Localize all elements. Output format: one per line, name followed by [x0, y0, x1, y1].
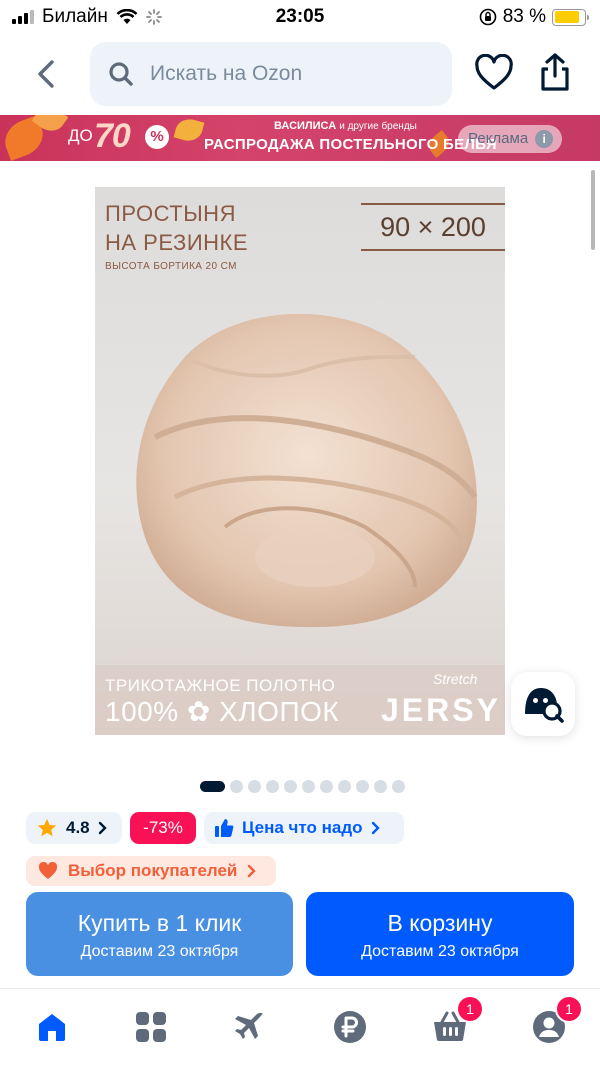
banner-percent-sign: % [145, 125, 169, 149]
gallery-dot[interactable] [284, 780, 297, 793]
banner-prefix: ДО [68, 126, 93, 145]
chevron-right-icon [98, 821, 107, 835]
image-title: ПРОСТЫНЯ НА РЕЗИНКЕ [105, 201, 249, 255]
share-button[interactable] [536, 52, 574, 97]
top-header: Искать на Ozon [0, 42, 600, 106]
good-price-label: Цена что надо [242, 818, 363, 837]
battery-percent: 83 % [502, 6, 546, 27]
gallery-dot[interactable] [200, 781, 225, 792]
thumbs-up-icon [215, 819, 234, 837]
gallery-dot[interactable] [266, 780, 279, 793]
product-image[interactable]: ПРОСТЫНЯ НА РЕЗИНКЕ ВЫСОТА БОРТИКА 20 СМ… [95, 187, 505, 735]
good-price-chip[interactable]: Цена что надо [204, 812, 404, 844]
gallery-dot[interactable] [230, 780, 243, 793]
search-placeholder: Искать на Ozon [150, 62, 303, 85]
buyers-choice-chip[interactable]: Выбор покупателей [26, 856, 276, 886]
nav-profile[interactable]: 1 [529, 995, 583, 1047]
gallery-dot[interactable] [392, 780, 405, 793]
promo-banner[interactable]: ДО 70 % ВАСИЛИСА и другие бренды РАСПРОД… [0, 115, 600, 161]
status-bar: Билайн 23:05 83 % [0, 0, 600, 34]
banner-headline: РАСПРОДАЖА ПОСТЕЛЬНОГО БЕЛЬЯ [204, 136, 497, 153]
back-button[interactable] [30, 54, 64, 94]
image-script-mark: Stretch [433, 671, 478, 687]
travel-icon [235, 1012, 263, 1039]
gallery-dot[interactable] [356, 780, 369, 793]
image-fabric-label: ТРИКОТАЖНОЕ ПОЛОТНО [105, 676, 336, 695]
heart-icon [475, 53, 513, 90]
image-size-label: 90 × 200 [361, 203, 505, 251]
nav-travel[interactable] [230, 1007, 270, 1047]
discount-badge: -73% [130, 812, 196, 844]
nav-catalog[interactable] [131, 1007, 171, 1047]
home-icon [39, 1014, 65, 1041]
orientation-lock-icon [479, 8, 496, 26]
gallery-pagination [200, 780, 405, 793]
add-to-cart-button[interactable]: В корзину Доставим 23 октября [306, 892, 574, 976]
nav-finance[interactable] [330, 1007, 370, 1047]
image-subtitle: ВЫСОТА БОРТИКА 20 СМ [105, 261, 237, 272]
nav-cart[interactable]: 1 [430, 995, 484, 1047]
search-input[interactable]: Искать на Ozon [90, 42, 452, 106]
chevron-right-icon [371, 821, 380, 835]
banner-discount: 70 [94, 117, 131, 155]
favorite-button[interactable] [474, 53, 514, 97]
heart-filled-icon [38, 862, 58, 879]
folded-sheet-illustration [136, 313, 478, 628]
buyers-choice-label: Выбор покупателей [68, 861, 238, 880]
visual-search-button[interactable] [511, 672, 575, 736]
scrollbar[interactable] [591, 170, 595, 250]
battery-icon [552, 8, 589, 26]
finance-icon [334, 1011, 366, 1043]
gallery-dot[interactable] [338, 780, 351, 793]
chevron-right-icon [248, 864, 257, 878]
info-icon: i [535, 130, 554, 148]
autumn-leaf-decoration [173, 116, 205, 144]
image-cotton-label: 100% ✿ ХЛОПОК [105, 696, 340, 727]
chevron-left-icon [38, 60, 54, 88]
gallery-dot[interactable] [302, 780, 315, 793]
add-to-cart-delivery: Доставим 23 октября [361, 943, 519, 960]
gallery-dot[interactable] [374, 780, 387, 793]
buy-one-click-delivery: Доставим 23 октября [80, 943, 239, 960]
bottom-navigation: 1 1 [0, 988, 600, 1066]
buy-one-click-label: Купить в 1 клик [77, 910, 242, 936]
nav-home[interactable] [32, 1007, 72, 1047]
catalog-icon [136, 1012, 166, 1042]
gallery-dot[interactable] [248, 780, 261, 793]
add-to-cart-label: В корзину [387, 910, 493, 936]
search-icon [109, 62, 133, 86]
share-icon [541, 53, 569, 91]
rating-value: 4.8 [66, 818, 90, 837]
ad-label[interactable]: Реклама i [458, 125, 563, 153]
gallery-dot[interactable] [320, 780, 333, 793]
cart-count-badge: 1 [456, 995, 484, 1023]
profile-notification-badge: 1 [555, 995, 583, 1023]
star-icon [37, 818, 57, 837]
visual-search-icon [525, 688, 564, 723]
rating-chip[interactable]: 4.8 [26, 812, 122, 844]
buy-one-click-button[interactable]: Купить в 1 клик Доставим 23 октября [26, 892, 293, 976]
image-brand-mark: JERSY [381, 692, 501, 728]
banner-brand: ВАСИЛИСА и другие бренды [274, 120, 417, 132]
